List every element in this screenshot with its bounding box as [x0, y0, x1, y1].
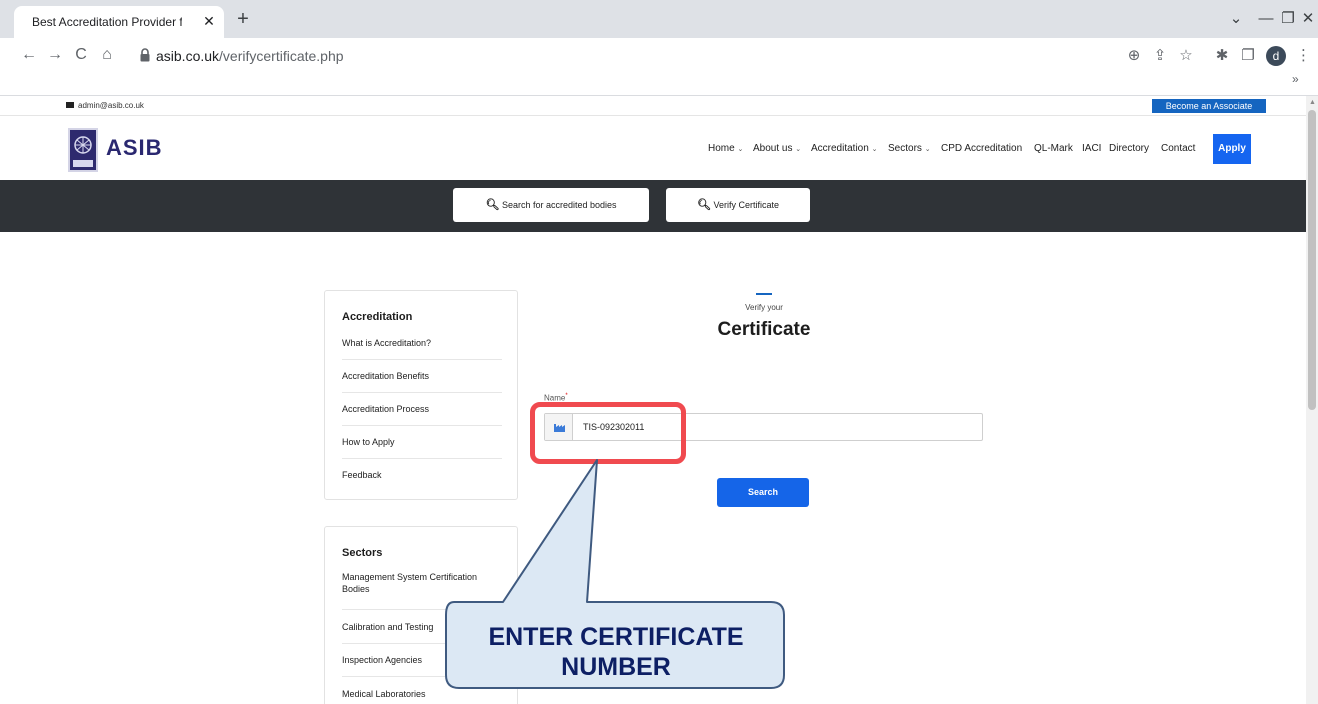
sidebar-link-what-is-accreditation[interactable]: What is Accreditation? [342, 337, 502, 349]
divider [342, 359, 502, 360]
required-mark: * [565, 393, 568, 399]
window-close-icon[interactable]: ✕ [1298, 9, 1318, 29]
bookmark-star-icon[interactable]: ☆ [1176, 46, 1196, 66]
asib-logo-icon[interactable] [68, 128, 98, 172]
divider [342, 425, 502, 426]
lock-icon [140, 48, 150, 62]
tab-search-icon[interactable]: ⌄ [1226, 9, 1246, 29]
search-icon: 🔍︎ [696, 199, 711, 211]
page-scrollbar[interactable]: ▲ [1306, 96, 1318, 704]
zoom-icon[interactable]: ⊕ [1124, 46, 1144, 66]
divider [342, 392, 502, 393]
nav-contact[interactable]: Contact [1161, 143, 1195, 154]
url-text: asib.co.uk/verifycertificate.php [156, 48, 344, 64]
nav-home[interactable]: Home ⌄ [708, 143, 743, 154]
callout-text: ENTER CERTIFICATE NUMBER [488, 623, 744, 681]
address-bar[interactable]: asib.co.uk/verifycertificate.php [126, 42, 1291, 69]
extensions-icon[interactable]: ✱ [1212, 46, 1232, 66]
become-associate-button[interactable]: Become an Associate [1152, 99, 1266, 113]
search-band: 🔍︎ Search for accredited bodies 🔍︎ Verif… [0, 180, 1306, 232]
logo-emblem-icon [73, 136, 93, 167]
side-panel-icon[interactable]: ❐ [1238, 46, 1258, 66]
nav-directory[interactable]: Directory [1109, 143, 1149, 154]
logo-wordmark[interactable]: ASIB [106, 135, 163, 161]
tab-close-icon[interactable]: ✕ [200, 12, 218, 30]
nav-accreditation[interactable]: Accreditation ⌄ [811, 143, 877, 154]
nav-ql-mark[interactable]: QL-Mark [1034, 143, 1073, 154]
bookmark-overflow-icon[interactable]: » [1292, 72, 1299, 86]
scroll-up-icon[interactable]: ▲ [1309, 99, 1316, 106]
search-accredited-bodies-button[interactable]: 🔍︎ Search for accredited bodies [453, 188, 649, 222]
nav-about-us[interactable]: About us ⌄ [753, 143, 801, 154]
scrollbar-thumb[interactable] [1308, 110, 1316, 410]
verify-certificate-button[interactable]: 🔍︎ Verify Certificate [666, 188, 810, 222]
nav-sectors[interactable]: Sectors ⌄ [888, 143, 931, 154]
sidebar-heading: Sectors [342, 547, 383, 559]
profile-avatar[interactable]: d [1266, 46, 1286, 66]
form-subtitle: Verify your [745, 303, 783, 312]
sidebar-link-accreditation-process[interactable]: Accreditation Process [342, 403, 502, 415]
chevron-down-icon: ⌄ [795, 146, 802, 153]
nav-cpd-accreditation[interactable]: CPD Accreditation [941, 143, 1022, 154]
browser-tab[interactable]: Best Accreditation Provider for C ✕ [14, 6, 224, 38]
home-icon[interactable]: ⌂ [96, 44, 118, 66]
page-viewport: admin@asib.co.uk Become an Associate ASI… [0, 96, 1306, 704]
browser-tab-bar: Best Accreditation Provider for C ✕ + ⌄ … [0, 0, 1318, 38]
contact-email[interactable]: admin@asib.co.uk [78, 101, 144, 110]
reload-icon[interactable]: C [70, 44, 92, 66]
chevron-down-icon: ⌄ [924, 146, 931, 153]
mail-icon [66, 102, 74, 108]
site-top-bar: admin@asib.co.uk Become an Associate [0, 96, 1306, 116]
title-accent-line [756, 293, 772, 295]
browser-toolbar: ← → C ⌂ asib.co.uk/verifycertificate.php… [0, 38, 1318, 72]
search-icon: 🔍︎ [485, 199, 500, 211]
share-icon[interactable]: ⇪ [1150, 46, 1170, 66]
sidebar-link-accreditation-benefits[interactable]: Accreditation Benefits [342, 370, 502, 382]
nav-iaci[interactable]: IACI [1082, 143, 1101, 154]
page-title: Certificate [717, 319, 811, 340]
menu-icon[interactable]: ⋮ [1296, 46, 1311, 66]
forward-icon[interactable]: → [44, 44, 66, 66]
apply-button[interactable]: Apply [1213, 134, 1251, 164]
maximize-icon[interactable]: ❐ [1278, 9, 1298, 29]
minimize-icon[interactable]: — [1256, 9, 1276, 29]
sidebar-heading: Accreditation [342, 311, 413, 323]
tab-title: Best Accreditation Provider for C [32, 15, 182, 29]
back-icon[interactable]: ← [18, 44, 40, 66]
new-tab-icon[interactable]: + [232, 8, 254, 30]
chevron-down-icon: ⌄ [871, 146, 878, 153]
chevron-down-icon: ⌄ [737, 146, 744, 153]
